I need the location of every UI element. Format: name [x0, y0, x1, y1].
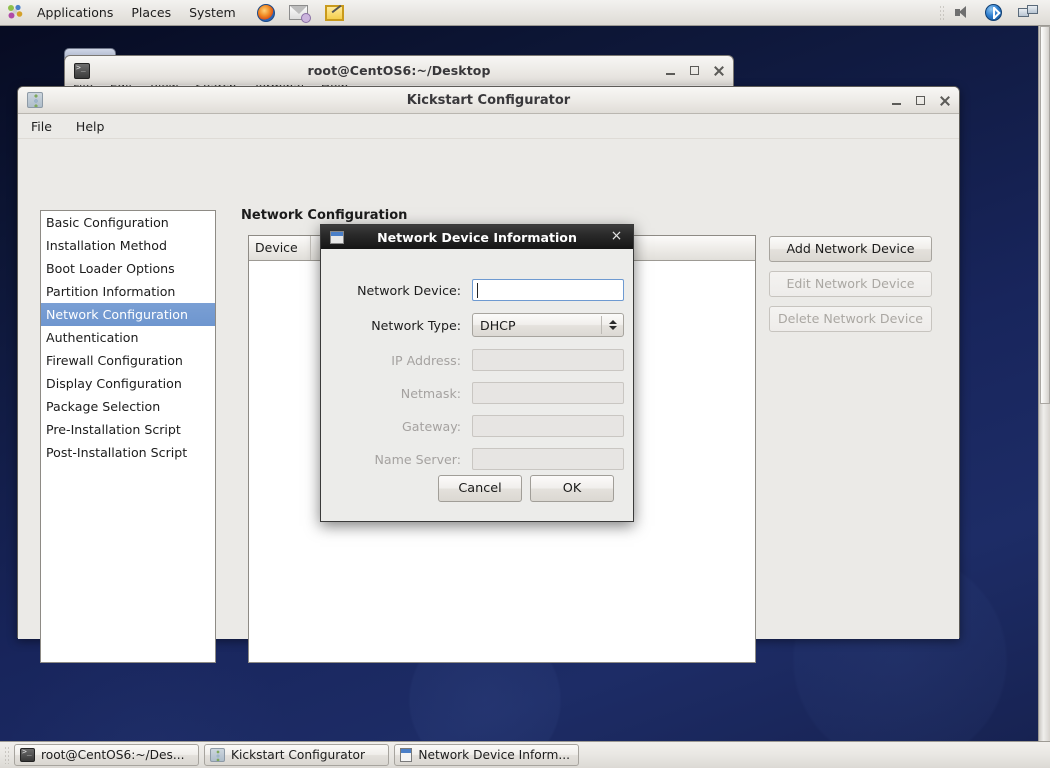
sidebar-item-basic-configuration[interactable]: Basic Configuration [41, 211, 215, 234]
sidebar-item-partition-information[interactable]: Partition Information [41, 280, 215, 303]
terminal-icon [74, 62, 90, 79]
dialog-title: Network Device Information [377, 229, 577, 245]
delete-network-device-button: Delete Network Device [769, 306, 932, 332]
taskbar-item-label: Network Device Inform... [418, 748, 570, 762]
field-row-network-type: Network Type: DHCP [321, 313, 633, 337]
add-network-device-button[interactable]: Add Network Device [769, 236, 932, 262]
terminal-titlebar[interactable]: root@CentOS6:~/Desktop [64, 55, 734, 85]
tray-drag-handle[interactable] [939, 4, 944, 21]
right-edge-scrollbar[interactable] [1038, 26, 1050, 741]
menu-system[interactable]: System [180, 0, 245, 25]
terminal-window-controls [665, 65, 724, 76]
label-network-type: Network Type: [371, 317, 461, 333]
sidebar-item-post-installation-script[interactable]: Post-Installation Script [41, 441, 215, 464]
kickstart-menubar: File Help [18, 114, 959, 139]
taskbar-item-network-dialog[interactable]: Network Device Inform... [394, 744, 579, 766]
sidebar-item-firewall-configuration[interactable]: Firewall Configuration [41, 349, 215, 372]
taskbar-drag-handle[interactable] [4, 746, 9, 764]
evolution-mail-icon[interactable] [285, 5, 312, 23]
sidebar-item-network-configuration[interactable]: Network Configuration [41, 303, 215, 326]
volume-icon[interactable] [950, 5, 975, 20]
label-name-server: Name Server: [374, 451, 461, 467]
netmask-input [472, 382, 624, 404]
dialog-close-button[interactable]: × [610, 229, 623, 243]
terminal-maximize-button[interactable] [689, 65, 700, 76]
menu-help[interactable]: Help [66, 115, 115, 138]
field-row-name-server: Name Server: [321, 448, 633, 470]
cancel-button[interactable]: Cancel [438, 475, 522, 502]
firefox-icon[interactable] [253, 3, 279, 22]
ip-address-input [472, 349, 624, 371]
label-network-device: Network Device: [357, 282, 461, 298]
taskbar-item-terminal[interactable]: root@CentOS6:~/Des... [14, 744, 199, 766]
bluetooth-icon[interactable] [981, 4, 1006, 21]
taskbar-item-label: Kickstart Configurator [231, 748, 365, 762]
kickstart-sidebar[interactable]: Basic Configuration Installation Method … [40, 210, 216, 663]
ok-button[interactable]: OK [530, 475, 614, 502]
kickstart-title: Kickstart Configurator [406, 92, 571, 108]
kickstart-minimize-button[interactable] [891, 95, 902, 106]
menu-places[interactable]: Places [122, 0, 180, 25]
network-type-value: DHCP [480, 317, 516, 333]
field-row-gateway: Gateway: [321, 415, 633, 437]
taskbar-item-kickstart[interactable]: Kickstart Configurator [204, 744, 389, 766]
top-panel: Applications Places System [0, 0, 1050, 26]
sidebar-item-boot-loader-options[interactable]: Boot Loader Options [41, 257, 215, 280]
chevron-updown-icon[interactable] [607, 317, 618, 333]
field-row-netmask: Netmask: [321, 382, 633, 404]
sidebar-item-package-selection[interactable]: Package Selection [41, 395, 215, 418]
text-editor-icon[interactable] [321, 4, 348, 21]
taskbar: root@CentOS6:~/Des... Kickstart Configur… [0, 741, 1050, 768]
menu-file[interactable]: File [31, 115, 66, 138]
kickstart-close-button[interactable] [939, 95, 950, 106]
sidebar-item-authentication[interactable]: Authentication [41, 326, 215, 349]
dialog-body: Network Device: Network Type: DHCP IP Ad… [321, 249, 633, 521]
sidebar-item-display-configuration[interactable]: Display Configuration [41, 372, 215, 395]
text-cursor [477, 283, 478, 298]
network-type-select[interactable]: DHCP [472, 313, 624, 337]
scrollbar-thumb[interactable] [1040, 26, 1050, 404]
display-icon[interactable] [1014, 4, 1042, 21]
terminal-minimize-button[interactable] [665, 65, 676, 76]
kickstart-maximize-button[interactable] [915, 95, 926, 106]
gnome-foot-icon[interactable] [6, 4, 24, 22]
gateway-input [472, 415, 624, 437]
label-ip-address: IP Address: [391, 352, 461, 368]
label-netmask: Netmask: [400, 385, 461, 401]
sidebar-item-pre-installation-script[interactable]: Pre-Installation Script [41, 418, 215, 441]
edit-network-device-button: Edit Network Device [769, 271, 932, 297]
terminal-close-button[interactable] [713, 65, 724, 76]
column-header-device[interactable]: Device [249, 236, 311, 260]
taskbar-item-label: root@CentOS6:~/Des... [41, 748, 185, 762]
kickstart-icon [210, 748, 225, 762]
dialog-titlebar[interactable]: Network Device Information × [321, 225, 633, 249]
kickstart-titlebar[interactable]: Kickstart Configurator [18, 87, 959, 114]
terminal-icon [20, 747, 35, 762]
menu-applications[interactable]: Applications [28, 0, 122, 25]
terminal-title: root@CentOS6:~/Desktop [307, 63, 491, 78]
sidebar-item-installation-method[interactable]: Installation Method [41, 234, 215, 257]
network-device-information-dialog[interactable]: Network Device Information × Network Dev… [320, 224, 634, 522]
combo-separator [601, 316, 602, 334]
kickstart-window-controls [891, 95, 950, 106]
dialog-icon [400, 748, 413, 762]
label-gateway: Gateway: [402, 418, 461, 434]
name-server-input [472, 448, 624, 470]
field-row-ip-address: IP Address: [321, 349, 633, 371]
page-title: Network Configuration [241, 208, 408, 223]
field-row-network-device: Network Device: [321, 279, 633, 301]
network-device-input[interactable] [472, 279, 624, 301]
